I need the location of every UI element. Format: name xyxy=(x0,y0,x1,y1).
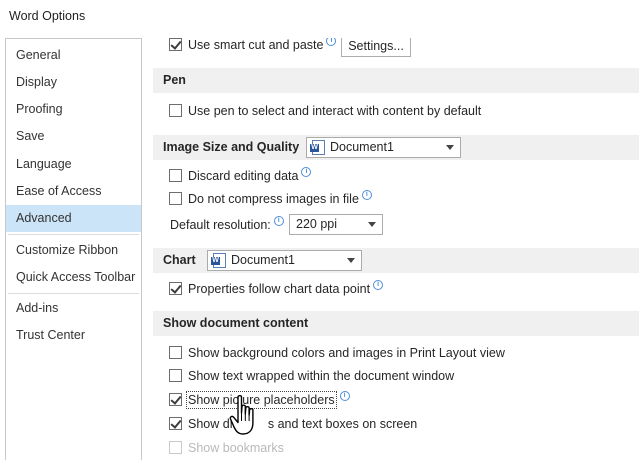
default-resolution-row: Default resolution: i xyxy=(170,216,284,234)
do-not-compress-label: Do not compress images in file xyxy=(188,192,359,206)
show-bookmarks-label: Show bookmarks xyxy=(188,441,284,455)
word-document-icon xyxy=(211,253,226,268)
sidebar-item-add-ins[interactable]: Add-ins xyxy=(6,295,141,322)
title-bar: Word Options xyxy=(0,0,639,32)
show-drawings-label-start: Show dr xyxy=(188,417,234,431)
sidebar-item-display[interactable]: Display xyxy=(6,69,141,96)
properties-follow-checkbox[interactable] xyxy=(169,282,182,295)
sidebar-divider xyxy=(8,293,139,294)
chevron-down-icon xyxy=(368,222,376,227)
sidebar-item-ease-of-access[interactable]: Ease of Access xyxy=(6,178,141,205)
section-show-document-content: Show document content xyxy=(153,311,639,336)
use-pen-checkbox[interactable] xyxy=(169,104,182,117)
smart-cut-paste-checkbox[interactable] xyxy=(169,38,182,51)
show-drawings-checkbox[interactable] xyxy=(169,417,182,430)
show-text-wrapped-checkbox[interactable] xyxy=(169,369,182,382)
info-icon: i xyxy=(361,190,372,200)
image-document-value: Document1 xyxy=(330,140,394,154)
show-drawings-label-end: s and text boxes on screen xyxy=(267,417,418,431)
smart-cut-paste-label: Use smart cut and paste xyxy=(188,38,324,52)
default-resolution-value: 220 ppi xyxy=(296,217,338,231)
use-pen-label: Use pen to select and interact with cont… xyxy=(188,104,482,118)
default-resolution-label: Default resolution: xyxy=(170,218,271,232)
sidebar-item-language[interactable]: Language xyxy=(6,151,141,178)
chart-document-dropdown[interactable]: Document1 xyxy=(207,250,362,271)
info-icon: i xyxy=(339,391,350,401)
hand-pointer-cursor xyxy=(229,394,254,435)
section-heading: Image Size and Quality xyxy=(163,140,300,154)
default-resolution-dropdown[interactable]: 220 ppi xyxy=(289,214,383,235)
word-document-icon xyxy=(310,140,325,155)
advanced-options-panel: Use smart cut and paste i Settings... Pen… xyxy=(153,38,639,460)
sidebar-item-customize-ribbon[interactable]: Customize Ribbon xyxy=(6,237,141,264)
section-heading: Pen xyxy=(163,73,186,87)
sidebar-item-general[interactable]: General xyxy=(6,42,141,69)
options-sidebar: General Display Proofing Save Language E… xyxy=(5,38,142,460)
show-background-colors-label: Show background colors and images in Pri… xyxy=(188,346,505,360)
sidebar-item-trust-center[interactable]: Trust Center xyxy=(6,322,141,349)
chevron-down-icon xyxy=(446,145,454,150)
info-icon: i xyxy=(273,216,284,226)
show-picture-placeholders-checkbox[interactable] xyxy=(169,393,182,406)
show-bookmarks-checkbox[interactable] xyxy=(169,441,182,454)
sidebar-item-save[interactable]: Save xyxy=(6,123,141,150)
section-pen: Pen xyxy=(153,68,639,93)
section-heading: Show document content xyxy=(163,316,309,330)
discard-editing-label: Discard editing data xyxy=(188,169,299,183)
show-background-colors-checkbox[interactable] xyxy=(169,346,182,359)
properties-follow-label: Properties follow chart data point xyxy=(188,282,371,296)
settings-button[interactable]: Settings... xyxy=(341,38,411,57)
discard-editing-checkbox[interactable] xyxy=(169,169,182,182)
sidebar-divider xyxy=(8,234,139,235)
image-document-dropdown[interactable]: Document1 xyxy=(306,137,461,158)
do-not-compress-checkbox[interactable] xyxy=(169,192,182,205)
sidebar-item-quick-access-toolbar[interactable]: Quick Access Toolbar xyxy=(6,264,141,291)
section-heading: Chart xyxy=(163,253,196,267)
info-icon: i xyxy=(301,167,312,177)
chart-document-value: Document1 xyxy=(231,253,295,267)
sidebar-item-proofing[interactable]: Proofing xyxy=(6,96,141,123)
window-title: Word Options xyxy=(9,9,86,23)
info-icon: i xyxy=(373,280,384,290)
show-text-wrapped-label: Show text wrapped within the document wi… xyxy=(188,369,455,383)
sidebar-item-advanced[interactable]: Advanced xyxy=(6,205,141,232)
info-icon: i xyxy=(326,38,337,46)
chevron-down-icon xyxy=(347,258,355,263)
